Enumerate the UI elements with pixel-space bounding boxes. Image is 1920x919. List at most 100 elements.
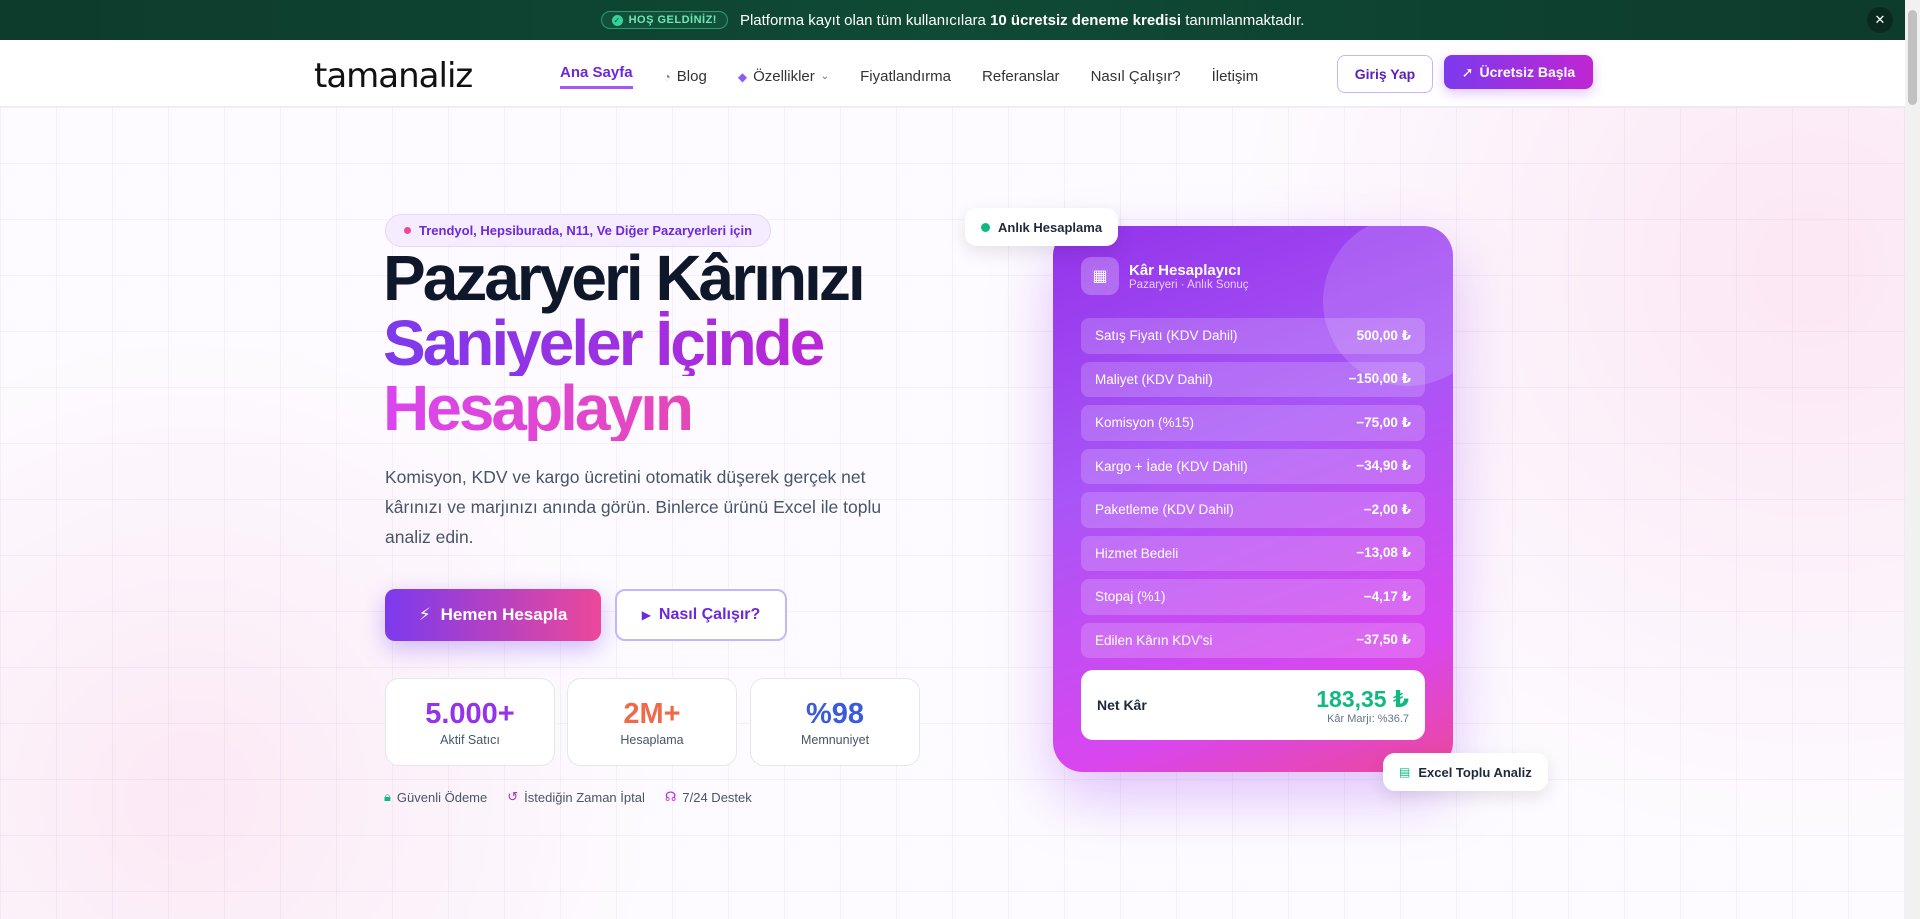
calculator-row-label: Paketleme (KDV Dahil) — [1095, 502, 1234, 518]
logo[interactable]: tamanaliz — [314, 56, 473, 96]
calculate-now-label: Hemen Hesapla — [440, 605, 568, 624]
nav-item-label: Ana Sayfa — [560, 64, 633, 81]
trust-label: Güvenli Ödeme — [396, 789, 488, 805]
nav-item-label: Özellikler — [753, 68, 815, 85]
calculate-now-button[interactable]: ⚡ Hemen Hesapla — [385, 589, 601, 641]
calculator-row-label: Kargo + İade (KDV Dahil) — [1095, 458, 1248, 474]
calculator-row-value: −4,17 ₺ — [1363, 588, 1411, 604]
profit-margin: Kâr Marjı: %36.7 — [1327, 712, 1409, 725]
calculator-row-label: Maliyet (KDV Dahil) — [1095, 371, 1213, 387]
announcement-text-before: Platforma kayıt olan tüm kullanıcılara — [739, 11, 986, 29]
calculator-title: Kâr Hesaplayıcı — [1129, 261, 1241, 279]
trust-badges: 🔒︎ Güvenli Ödeme ↺ İstediğin Zaman İptal ☊… — [384, 789, 752, 805]
stat-number: 2M+ — [623, 697, 681, 730]
nav-item-how-it-works[interactable]: Nasıl Çalışır? — [1091, 64, 1181, 89]
check-icon: ✓ — [611, 14, 623, 26]
stat-label: Hesaplama — [620, 732, 684, 747]
calculator-row-value: 500,00 ₺ — [1356, 327, 1411, 343]
announcement-text-after: tanımlanmaktadır. — [1185, 11, 1305, 29]
welcome-badge-label: HOŞ GELDİNİZ! — [628, 14, 717, 26]
excel-file-icon: ▤ — [1399, 765, 1411, 779]
login-button[interactable]: Giriş Yap — [1337, 55, 1433, 93]
chevron-down-icon: ⌄ — [820, 71, 830, 82]
start-free-label: Ücretsiz Başla — [1479, 64, 1576, 80]
stat-label: Memnuniyet — [800, 732, 870, 747]
calculator-row: Edilen Kârın KDV'si −37,50 ₺ — [1081, 622, 1425, 658]
rocket-icon: ➚ — [1461, 63, 1474, 80]
layers-icon: ◆ — [737, 69, 748, 84]
stat-label: Aktif Satıcı — [440, 732, 500, 747]
announcement-text: Platforma kayıt olan tüm kullanıcılara 1… — [740, 12, 1304, 29]
close-icon[interactable]: ✕ — [1867, 7, 1893, 33]
calculator-row: Maliyet (KDV Dahil) −150,00 ₺ — [1081, 361, 1425, 397]
nav-item-features[interactable]: ◆ Özellikler ⌄ — [738, 64, 829, 89]
nav-item-label: Referanslar — [982, 68, 1060, 85]
play-icon: ▶ — [641, 608, 651, 622]
welcome-badge: ✓ HOŞ GELDİNİZ! — [600, 11, 728, 29]
calculator-rows: Satış Fiyatı (KDV Dahil) 500,00 ₺ Maliyet … — [1081, 318, 1425, 658]
nav-item-label: İletişim — [1211, 68, 1259, 85]
nav-item-blog[interactable]: ◔ Blog — [664, 64, 707, 89]
calculator-row-label: Komisyon (%15) — [1095, 415, 1195, 431]
instant-calc-badge: Anlık Hesaplama — [965, 208, 1119, 246]
calculator-row: Satış Fiyatı (KDV Dahil) 500,00 ₺ — [1081, 318, 1425, 354]
stat-number: 5.000+ — [425, 697, 515, 730]
instant-calc-label: Anlık Hesaplama — [998, 219, 1103, 235]
calculator-subtitle: Pazaryeri · Anlık Sonuç — [1129, 278, 1249, 291]
nav-item-label: Fiyatlandırma — [860, 68, 952, 85]
calculator-row-value: −34,90 ₺ — [1356, 458, 1411, 474]
top-nav: tamanaliz Ana Sayfa ◔ Blog ◆ Özellikler ⌄ F… — [0, 40, 1905, 107]
how-it-works-label: Nasıl Çalışır? — [658, 606, 761, 623]
calculator-row-value: −75,00 ₺ — [1356, 414, 1411, 430]
excel-analysis-badge: ▤ Excel Toplu Analiz — [1383, 753, 1548, 791]
refresh-icon: ↺ — [507, 789, 519, 804]
calculator-header: ▦ Kâr Hesaplayıcı Pazaryeri · Anlık Sonu… — [1081, 257, 1249, 295]
calculator-row-value: −2,00 ₺ — [1363, 501, 1411, 517]
scrollbar-thumb[interactable] — [1908, 10, 1917, 105]
nav-item-contact[interactable]: İletişim — [1212, 64, 1259, 89]
bolt-icon: ⚡ — [418, 605, 431, 624]
pill-dot — [404, 227, 411, 234]
stat-number: %98 — [805, 697, 865, 730]
trust-cancel-anytime: ↺ İstediğin Zaman İptal — [507, 789, 645, 805]
calculator-row: Hizmet Bedeli −13,08 ₺ — [1081, 535, 1425, 571]
calculator-row-label: Hizmet Bedeli — [1095, 545, 1179, 561]
trust-support: ☊ 7/24 Destek — [665, 789, 752, 805]
nav-links: Ana Sayfa ◔ Blog ◆ Özellikler ⌄ Fiyatlandır… — [560, 64, 1258, 89]
calculator-row-label: Satış Fiyatı (KDV Dahil) — [1095, 328, 1238, 344]
calculator-icon: ▦ — [1081, 257, 1119, 295]
hero-title-line-2: Saniyeler İçinde — [383, 311, 863, 376]
nav-item-home[interactable]: Ana Sayfa — [560, 64, 633, 89]
calculator-row: Kargo + İade (KDV Dahil) −34,90 ₺ — [1081, 448, 1425, 484]
hero-section — [0, 107, 1905, 919]
profit-calculator-card: ▦ Kâr Hesaplayıcı Pazaryeri · Anlık Sonu… — [1053, 226, 1453, 772]
net-profit-value: 183,35 ₺ — [1316, 685, 1409, 712]
stat-card-satisfaction: %98 Memnuniyet — [750, 678, 920, 766]
hero-title-line-3: Hesaplayın — [383, 376, 863, 441]
hero-title: Pazaryeri Kârınızı Saniyeler İçinde Hesa… — [383, 242, 866, 441]
calculator-row-label: Edilen Kârın KDV'si — [1095, 632, 1213, 648]
scrollbar[interactable] — [1905, 0, 1920, 919]
nav-item-references[interactable]: Referanslar — [982, 64, 1060, 89]
calculator-row: Komisyon (%15) −75,00 ₺ — [1081, 405, 1425, 441]
trust-label: 7/24 Destek — [682, 789, 752, 805]
announcement-text-bold: 10 ücretsiz deneme kredisi — [990, 11, 1182, 29]
rss-icon: ◔ — [663, 69, 671, 84]
how-it-works-button[interactable]: ▶ Nasıl Çalışır? — [615, 589, 787, 641]
headset-icon: ☊ — [664, 789, 677, 804]
trust-label: İstediğin Zaman İptal — [524, 789, 645, 805]
calculator-row-label: Stopaj (%1) — [1095, 589, 1166, 605]
lock-icon: 🔒︎ — [384, 789, 391, 804]
nav-item-label: Blog — [676, 68, 707, 85]
calculator-row: Paketleme (KDV Dahil) −2,00 ₺ — [1081, 492, 1425, 528]
start-free-button[interactable]: ➚ Ücretsiz Başla — [1444, 55, 1593, 89]
stat-card-sellers: 5.000+ Aktif Satıcı — [385, 678, 555, 766]
net-profit-box: Net Kâr 183,35 ₺ Kâr Marjı: %36.7 — [1081, 670, 1425, 740]
excel-analysis-label: Excel Toplu Analiz — [1418, 764, 1532, 780]
nav-item-label: Nasıl Çalışır? — [1090, 68, 1181, 85]
calculator-row-value: −13,08 ₺ — [1356, 545, 1411, 561]
hero-description: Komisyon, KDV ve kargo ücretini otomatik… — [385, 467, 882, 547]
calculator-row: Stopaj (%1) −4,17 ₺ — [1081, 579, 1425, 615]
nav-item-pricing[interactable]: Fiyatlandırma — [860, 64, 951, 89]
hero-title-line-1: Pazaryeri Kârınızı — [383, 242, 866, 314]
